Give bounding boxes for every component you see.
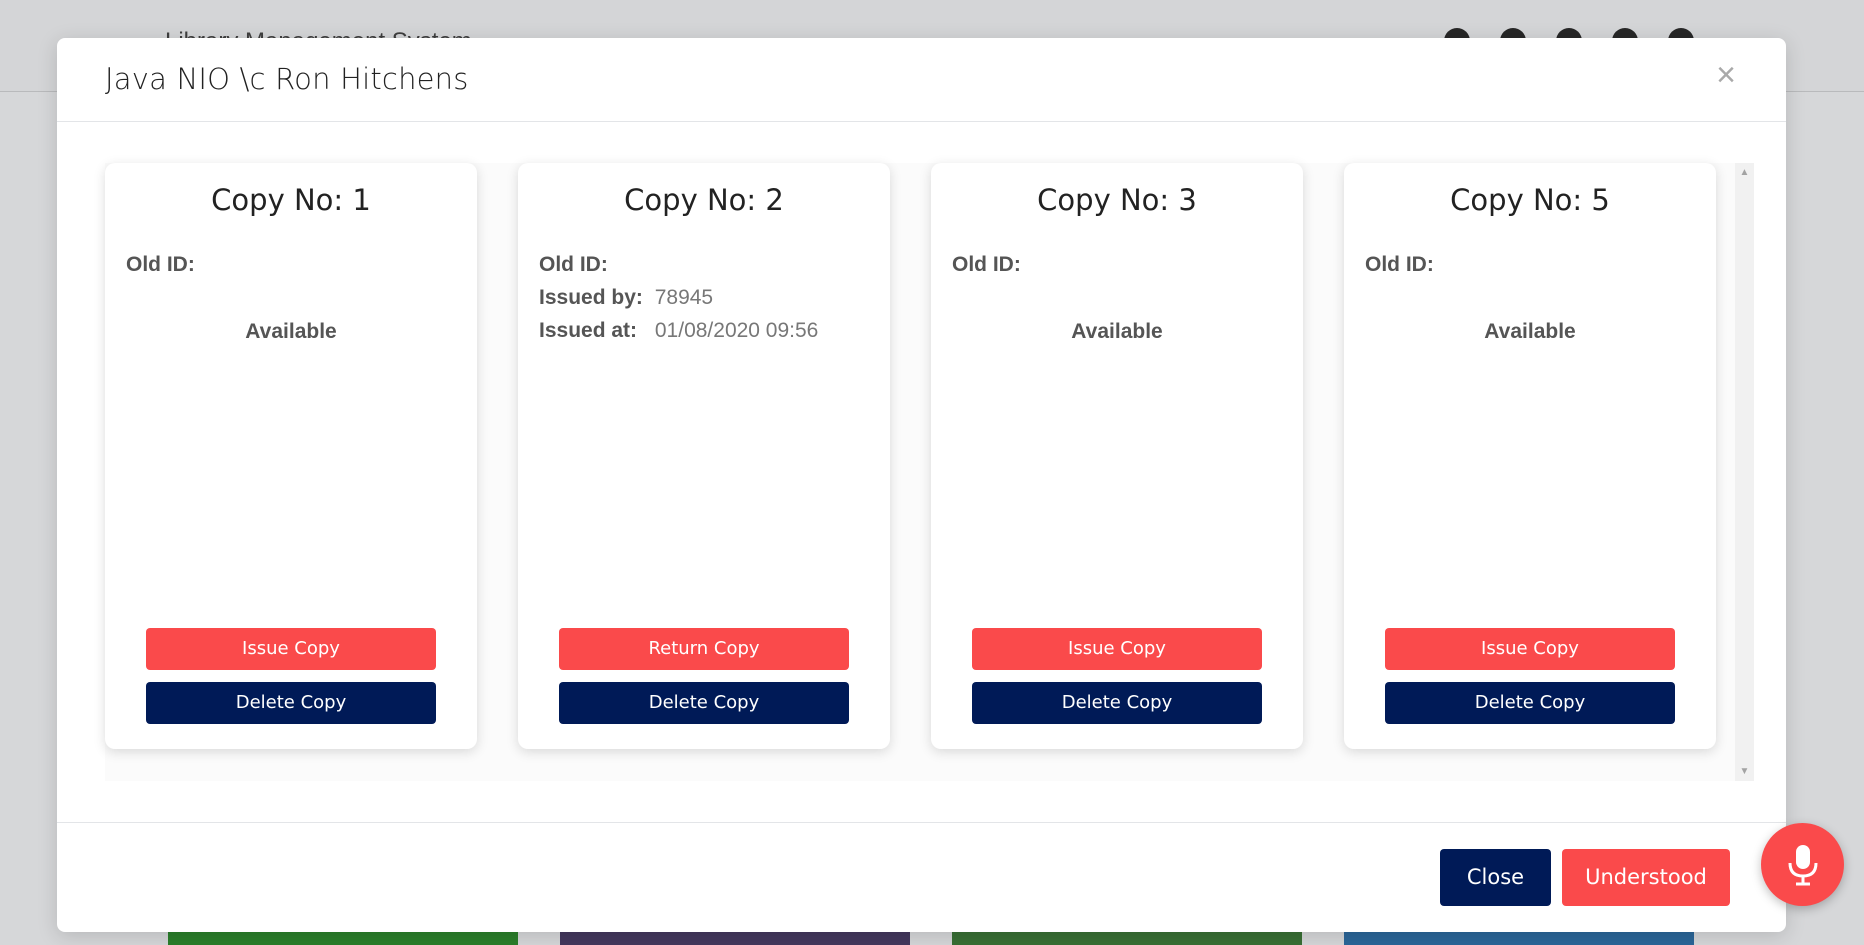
old-id-label: Old ID:: [1365, 253, 1434, 276]
modal-body: Copy No: 1 Old ID: Available Issue Copy …: [105, 163, 1754, 781]
issued-by-value: 78945: [654, 286, 714, 309]
close-icon[interactable]: ×: [1716, 58, 1736, 92]
copy-title: Copy No: 3: [1037, 183, 1197, 217]
arrow-up-icon[interactable]: ▲: [1735, 163, 1754, 182]
voice-button[interactable]: [1761, 823, 1844, 906]
copy-title: Copy No: 5: [1450, 183, 1610, 217]
copy-card: Copy No: 2 Old ID: Issued by: 78945 Issu…: [518, 163, 890, 749]
old-id-row: Old ID:: [1365, 253, 1440, 277]
status-label: Available: [1071, 320, 1163, 343]
old-id-row: Old ID:: [952, 253, 1027, 277]
old-id-label: Old ID:: [126, 253, 195, 276]
issue-copy-button[interactable]: Issue Copy: [1385, 628, 1675, 670]
delete-copy-button[interactable]: Delete Copy: [972, 682, 1262, 724]
status-label: Available: [1484, 320, 1576, 343]
copies-modal: Java NIO \c Ron Hitchens × Copy No: 1 Ol…: [57, 38, 1786, 932]
microphone-icon: [1788, 845, 1818, 886]
delete-copy-button[interactable]: Delete Copy: [559, 682, 849, 724]
old-id-label: Old ID:: [539, 253, 608, 276]
old-id-row: Old ID:: [126, 253, 201, 277]
copies-list: Copy No: 1 Old ID: Available Issue Copy …: [105, 163, 1735, 781]
arrow-down-icon[interactable]: ▼: [1735, 762, 1754, 781]
copy-title: Copy No: 1: [211, 183, 371, 217]
copy-title: Copy No: 2: [624, 183, 784, 217]
old-id-row: Old ID:: [539, 253, 614, 277]
issued-by-row: Issued by: 78945: [539, 286, 713, 310]
issue-copy-button[interactable]: Issue Copy: [146, 628, 436, 670]
modal-footer: Close Understood: [57, 822, 1786, 932]
vertical-scrollbar[interactable]: ▲ ▼: [1735, 163, 1754, 781]
delete-copy-button[interactable]: Delete Copy: [1385, 682, 1675, 724]
issued-at-row: Issued at: 01/08/2020 09:56: [539, 319, 818, 343]
copy-card: Copy No: 5 Old ID: Available Issue Copy …: [1344, 163, 1716, 749]
issued-at-value: 01/08/2020 09:56: [654, 319, 819, 342]
issued-by-label: Issued by:: [539, 286, 643, 309]
old-id-label: Old ID:: [952, 253, 1021, 276]
copy-card: Copy No: 1 Old ID: Available Issue Copy …: [105, 163, 477, 749]
issued-at-label: Issued at:: [539, 319, 638, 342]
return-copy-button[interactable]: Return Copy: [559, 628, 849, 670]
modal-header: Java NIO \c Ron Hitchens ×: [57, 38, 1786, 122]
status-label: Available: [245, 320, 337, 343]
close-button[interactable]: Close: [1440, 849, 1551, 906]
copy-card: Copy No: 3 Old ID: Available Issue Copy …: [931, 163, 1303, 749]
issue-copy-button[interactable]: Issue Copy: [972, 628, 1262, 670]
delete-copy-button[interactable]: Delete Copy: [146, 682, 436, 724]
understood-button[interactable]: Understood: [1562, 849, 1730, 906]
modal-title: Java NIO \c Ron Hitchens: [105, 62, 469, 96]
